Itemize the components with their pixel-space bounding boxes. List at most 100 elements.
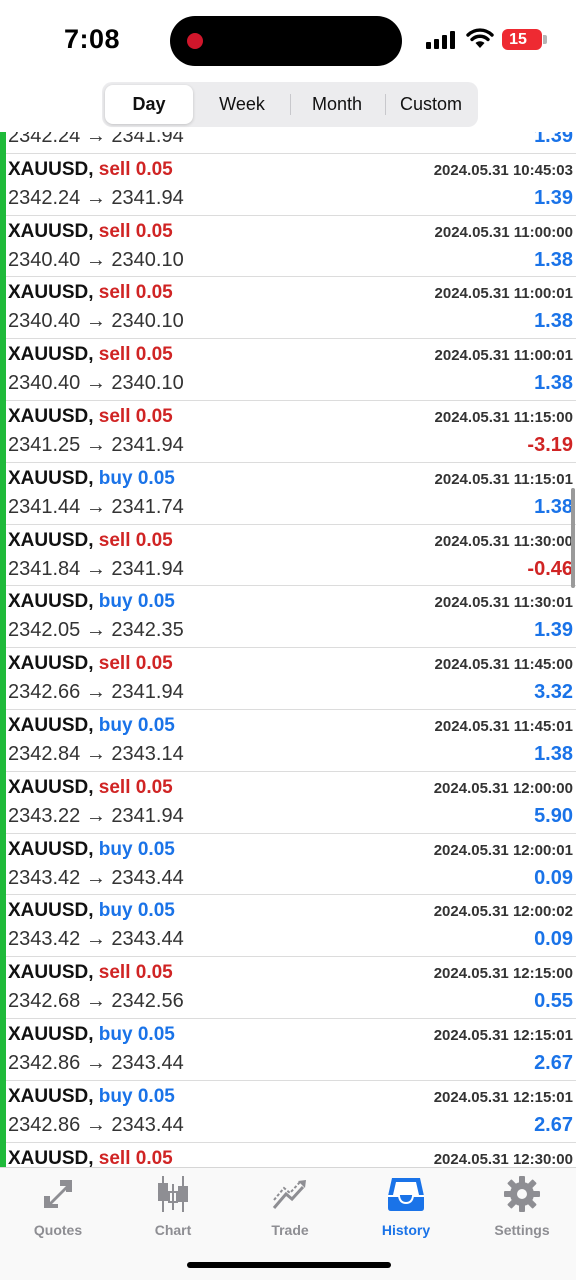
deal-list: XAUUSD, sell 0.05 2024.05.31 10:45:03 2342… (0, 132, 576, 1167)
deal-row[interactable]: XAUUSD, sell 0.05 2024.05.31 11:00:01 2340… (0, 277, 576, 340)
home-indicator[interactable] (187, 1262, 391, 1268)
symbol-text: XAUUSD, (8, 714, 94, 736)
segment-day[interactable]: Day (105, 85, 193, 124)
symbol-text: XAUUSD, (8, 838, 94, 860)
deal-prices: 2340.40 → 2340.10 (8, 310, 184, 333)
deal-side-volume: buy 0.05 (98, 714, 175, 736)
deal-prices: 2341.25 → 2341.94 (8, 433, 184, 456)
deal-symbol: XAUUSD, sell 0.05 (8, 530, 173, 552)
deal-symbol: XAUUSD, sell 0.05 (8, 221, 173, 243)
tab-label: History (381, 1222, 431, 1238)
deal-time: 2024.05.31 12:00:02 (433, 903, 573, 921)
status-time: 7:08 (64, 24, 121, 54)
deal-time: 2024.05.31 11:15:01 (434, 470, 573, 488)
deal-symbol: XAUUSD, sell 0.05 (8, 777, 173, 799)
wifi-icon (466, 28, 494, 48)
tab-label: Settings (494, 1222, 550, 1238)
segment-month[interactable]: Month (291, 85, 383, 124)
deal-side-volume: sell 0.05 (98, 158, 173, 180)
symbol-text: XAUUSD, (8, 900, 94, 922)
deal-symbol: XAUUSD, buy 0.05 (8, 1024, 175, 1046)
symbol-text: XAUUSD, (8, 220, 94, 242)
candlestick-chart-icon (158, 1176, 188, 1212)
segment-custom[interactable]: Custom (386, 85, 476, 124)
deal-time: 2024.05.31 11:45:01 (434, 717, 573, 735)
deal-side-volume: sell 0.05 (98, 653, 173, 675)
tab-label: Trade (271, 1222, 309, 1238)
symbol-text: XAUUSD, (8, 1085, 94, 1107)
deal-symbol: XAUUSD, sell 0.05 (8, 406, 173, 428)
deal-side-volume: sell 0.05 (98, 529, 173, 551)
deal-row[interactable]: XAUUSD, buy 0.05 2024.05.31 12:00:02 2343.… (0, 895, 576, 958)
deal-row[interactable]: XAUUSD, sell 0.05 2024.05.31 11:15:00 2341… (0, 401, 576, 463)
deal-row[interactable]: XAUUSD, sell 0.052024.05.31 10:45:032342… (0, 154, 576, 216)
symbol-text: XAUUSD, (8, 467, 94, 489)
deal-profit: 1.38 (534, 372, 573, 395)
deal-row[interactable]: XAUUSD, buy 0.05 2024.05.31 11:45:01 2342.… (0, 710, 576, 772)
deal-row[interactable]: XAUUSD, buy 0.05 2024.05.31 11:30:01 2342.… (0, 586, 576, 649)
deal-side-volume: sell 0.05 (98, 344, 173, 366)
dynamic-island (170, 16, 402, 66)
deal-time: 2024.05.31 12:15:00 (433, 965, 573, 983)
tab-quotes[interactable]: Quotes (13, 1174, 103, 1244)
deal-row[interactable]: XAUUSD, sell 0.05 2024.05.31 11:45:00 2342… (0, 648, 576, 710)
deal-time: 2024.05.31 12:00:00 (433, 779, 573, 797)
deal-row[interactable]: XAUUSD, sell 0.05 2024.05.31 12:00:00 2343… (0, 772, 576, 834)
deal-prices: 2341.44 → 2341.74 (8, 495, 184, 518)
deal-symbol: XAUUSD, sell 0.05 (8, 1148, 173, 1167)
deal-profit: 1.38 (534, 742, 573, 765)
deal-row[interactable]: XAUUSD, sell 0.052024.05.31 10:45:032342… (0, 132, 576, 154)
deal-prices: 2340.40 → 2340.10 (8, 248, 184, 271)
deal-symbol: XAUUSD, buy 0.05 (8, 468, 175, 490)
deal-time: 2024.05.31 11:00:01 (434, 347, 573, 365)
deal-time: 2024.05.31 11:15:00 (434, 408, 573, 426)
deal-prices: 2342.86 → 2343.44 (8, 1113, 184, 1136)
symbol-text: XAUUSD, (8, 344, 94, 366)
deal-row[interactable]: XAUUSD, sell 0.05 2024.05.31 12:30:00 (0, 1143, 576, 1167)
symbol-text: XAUUSD, (8, 1147, 94, 1167)
deal-side-volume: buy 0.05 (98, 1023, 175, 1045)
deal-row[interactable]: XAUUSD, sell 0.05 2024.05.31 11:30:00 2341… (0, 525, 576, 587)
deal-row[interactable]: XAUUSD, sell 0.05 2024.05.31 11:00:01 2340… (0, 339, 576, 401)
deal-row[interactable]: XAUUSD, buy 0.05 2024.05.31 12:15:01 2342.… (0, 1019, 576, 1081)
deal-prices: 2340.40 → 2340.10 (8, 372, 184, 395)
tab-trade[interactable]: Trade (245, 1174, 335, 1244)
deal-side-volume: buy 0.05 (98, 467, 175, 489)
deal-row[interactable]: XAUUSD, buy 0.05 2024.05.31 12:15:01 2342.… (0, 1081, 576, 1143)
deal-time: 2024.05.31 11:00:00 (434, 223, 573, 241)
deal-symbol: XAUUSD, buy 0.05 (8, 591, 175, 613)
deal-row[interactable]: XAUUSD, buy 0.05 2024.05.31 12:00:01 2343.… (0, 834, 576, 896)
segment-week[interactable]: Week (196, 85, 288, 124)
deal-row[interactable]: XAUUSD, buy 0.05 2024.05.31 11:15:01 2341.… (0, 463, 576, 525)
deal-row[interactable]: XAUUSD, sell 0.05 2024.05.31 12:15:00 2342… (0, 957, 576, 1019)
deal-symbol: XAUUSD, sell 0.05 (8, 159, 173, 181)
tab-settings[interactable]: Settings (477, 1174, 567, 1244)
period-segmented-control: Day Week Month Custom (102, 82, 478, 127)
deal-row[interactable]: XAUUSD, sell 0.05 2024.05.31 11:00:00 2340… (0, 216, 576, 278)
history-list[interactable]: XAUUSD, sell 0.05 2024.05.31 10:45:03 2342… (0, 132, 576, 1167)
deal-symbol: XAUUSD, buy 0.05 (8, 839, 175, 861)
tab-chart[interactable]: Chart (128, 1174, 218, 1244)
deal-profit: 0.09 (534, 928, 573, 951)
deal-profit: 2.67 (534, 1051, 573, 1074)
scrollbar[interactable] (571, 488, 575, 588)
recording-dot-icon (187, 33, 203, 49)
deal-prices: 2342.68 → 2342.56 (8, 990, 184, 1013)
deal-profit: 1.39 (534, 619, 573, 642)
symbol-text: XAUUSD, (8, 282, 94, 304)
deal-profit: 0.09 (534, 866, 573, 889)
status-bar: 7:08 15 (0, 0, 576, 80)
accent-bar (0, 132, 6, 1167)
deal-symbol: XAUUSD, buy 0.05 (8, 1086, 175, 1108)
symbol-text: XAUUSD, (8, 405, 94, 427)
battery-level: 15 (509, 31, 527, 48)
deal-profit: 5.90 (534, 804, 573, 827)
deal-symbol: XAUUSD, sell 0.05 (8, 962, 173, 984)
symbol-text: XAUUSD, (8, 653, 94, 675)
deal-prices: 2342.86 → 2343.44 (8, 1051, 184, 1074)
tab-history[interactable]: History (361, 1174, 451, 1244)
deal-prices: 2342.66 → 2341.94 (8, 681, 184, 704)
symbol-text: XAUUSD, (8, 776, 94, 798)
symbol-text: XAUUSD, (8, 962, 94, 984)
tab-label: Chart (154, 1222, 192, 1238)
